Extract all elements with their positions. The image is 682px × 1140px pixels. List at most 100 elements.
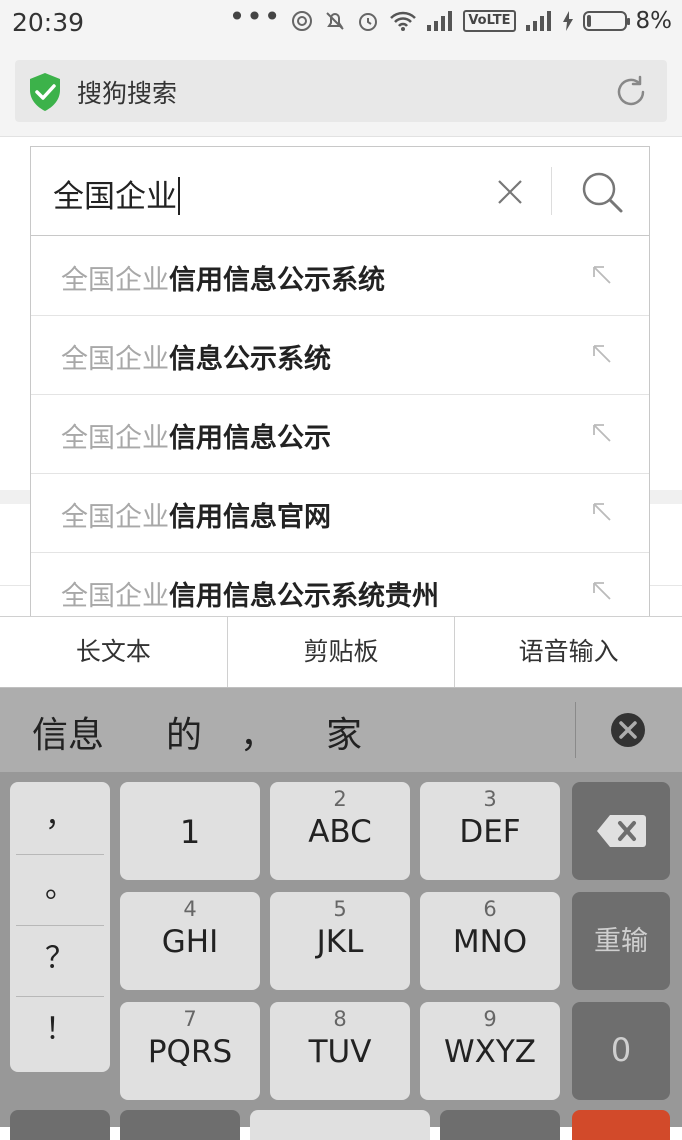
- suggestion-list: 全国企业信用信息公示系统 全国企业信息公示系统 全国企业信用信息公示 全国企业信…: [30, 236, 650, 616]
- suggestion-query-part: 全国企业: [61, 502, 169, 533]
- search-query: 全国企业: [53, 179, 177, 215]
- battery-percent: 8%: [635, 8, 673, 34]
- key-label: 1: [179, 813, 201, 851]
- key-label: TUV: [308, 1034, 372, 1070]
- suggestion-query-part: 全国企业: [61, 344, 169, 375]
- candidate-item[interactable]: 信息: [32, 706, 104, 758]
- alarm-icon: [359, 13, 378, 31]
- key-number: 4: [183, 897, 197, 921]
- key-label: 0: [610, 1031, 632, 1069]
- fill-arrow-icon[interactable]: [591, 501, 613, 523]
- candidate-divider: [575, 702, 576, 758]
- search-input[interactable]: 全国企业: [53, 171, 180, 216]
- key-number: 7: [183, 1007, 197, 1031]
- status-time: 20:39: [12, 8, 85, 37]
- suggestion-item[interactable]: 全国企业信用信息公示系统贵州: [31, 552, 649, 616]
- browser-header: 搜狗搜索: [0, 48, 682, 137]
- key-7[interactable]: 7 PQRS: [120, 1002, 260, 1100]
- reinput-key[interactable]: 重输: [572, 892, 670, 990]
- search-divider: [551, 167, 552, 215]
- candidate-bar: 信息 的 ， 家: [0, 688, 682, 772]
- fill-arrow-icon[interactable]: [591, 422, 613, 444]
- suggestion-query-part: 全国企业: [61, 581, 169, 612]
- suggestion-text: 全国企业信用信息官网: [61, 495, 331, 534]
- suggestion-item[interactable]: 全国企业信用信息公示: [31, 394, 649, 474]
- candidate-item[interactable]: 的: [166, 706, 202, 758]
- key-label: ABC: [308, 814, 372, 850]
- suggestion-text: 全国企业信用信息公示系统贵州: [61, 574, 439, 613]
- key-6[interactable]: 6 MNO: [420, 892, 560, 990]
- punctuation-question-key[interactable]: ？: [16, 926, 104, 997]
- suggestion-query-part: 全国企业: [61, 423, 169, 454]
- clear-icon[interactable]: [491, 173, 529, 211]
- enter-key[interactable]: [572, 1110, 670, 1140]
- wifi-icon: [390, 11, 417, 31]
- key-1[interactable]: 1: [120, 782, 260, 880]
- signal-1-icon: [427, 11, 453, 31]
- fill-arrow-icon[interactable]: [591, 264, 613, 286]
- key-number: 3: [483, 787, 497, 811]
- address-bar[interactable]: 搜狗搜索: [15, 60, 667, 122]
- key-number: 5: [333, 897, 347, 921]
- fill-arrow-icon[interactable]: [591, 580, 613, 602]
- key-2[interactable]: 2 ABC: [270, 782, 410, 880]
- long-text-button[interactable]: 长文本: [0, 617, 228, 687]
- key-8[interactable]: 8 TUV: [270, 1002, 410, 1100]
- close-keyboard-icon[interactable]: [610, 712, 646, 748]
- key-9[interactable]: 9 WXYZ: [420, 1002, 560, 1100]
- key-label: JKL: [316, 924, 364, 960]
- key-label: DEF: [459, 814, 521, 850]
- space-key[interactable]: [250, 1110, 430, 1140]
- suggestion-text: 全国企业信用信息公示系统: [61, 258, 385, 297]
- punctuation-exclaim-key[interactable]: ！: [16, 997, 104, 1067]
- key-label: PQRS: [147, 1034, 233, 1070]
- key-number: 9: [483, 1007, 497, 1031]
- key-4[interactable]: 4 GHI: [120, 892, 260, 990]
- suggestion-suffix: 信用信息公示系统: [169, 265, 385, 296]
- volte-badge: VoLTE: [463, 10, 516, 32]
- backspace-key[interactable]: [572, 782, 670, 880]
- key-number: 8: [333, 1007, 347, 1031]
- hotspot-icon: [292, 11, 313, 31]
- status-icons: ••• VoLTE 8%: [229, 3, 673, 35]
- status-bar: 20:39 ••• VoLTE 8%: [0, 0, 682, 48]
- backspace-icon: [597, 815, 646, 847]
- fill-arrow-icon[interactable]: [591, 343, 613, 365]
- key-label: MNO: [452, 924, 528, 960]
- key-label: WXYZ: [443, 1034, 537, 1070]
- suggestion-item[interactable]: 全国企业信息公示系统: [31, 315, 649, 395]
- symbol-key[interactable]: [10, 1110, 110, 1140]
- suggestion-suffix: 信用信息公示: [169, 423, 331, 454]
- signal-2-icon: [525, 11, 551, 31]
- refresh-icon[interactable]: [613, 74, 649, 110]
- voice-input-button[interactable]: 语音输入: [455, 617, 682, 687]
- suggestion-item[interactable]: 全国企业信用信息公示系统: [31, 236, 649, 316]
- number-mode-key[interactable]: [440, 1110, 560, 1140]
- punctuation-comma-key[interactable]: ，: [16, 784, 104, 855]
- key-5[interactable]: 5 JKL: [270, 892, 410, 990]
- key-0[interactable]: 0: [572, 1002, 670, 1100]
- t9-keypad: ， 。 ？ ！ 1 2 ABC 3 DEF 4 GHI 5 JKL 6 MNO …: [0, 772, 682, 1140]
- charging-icon: [562, 11, 573, 31]
- battery-icon: [582, 11, 630, 31]
- suggestion-query-part: 全国企业: [61, 265, 169, 296]
- clipboard-button[interactable]: 剪贴板: [228, 617, 456, 687]
- punctuation-column: ， 。 ？ ！: [10, 782, 110, 1072]
- language-key[interactable]: [120, 1110, 240, 1140]
- mute-bell-icon: [326, 12, 345, 30]
- suggestion-text: 全国企业信用信息公示: [61, 416, 331, 455]
- candidate-item[interactable]: 家: [326, 706, 362, 758]
- punctuation-period-key[interactable]: 。: [16, 855, 104, 926]
- suggestion-suffix: 信息公示系统: [169, 344, 331, 375]
- text-caret: [178, 176, 180, 215]
- candidate-item[interactable]: ，: [240, 706, 276, 758]
- key-number: 6: [483, 897, 497, 921]
- suggestion-item[interactable]: 全国企业信用信息官网: [31, 473, 649, 553]
- suggestion-text: 全国企业信息公示系统: [61, 337, 331, 376]
- search-icon[interactable]: [579, 169, 625, 215]
- shield-check-icon: [30, 73, 60, 111]
- page-title: 搜狗搜索: [77, 79, 178, 108]
- search-box[interactable]: 全国企业: [30, 146, 650, 236]
- key-3[interactable]: 3 DEF: [420, 782, 560, 880]
- key-label: GHI: [161, 924, 219, 960]
